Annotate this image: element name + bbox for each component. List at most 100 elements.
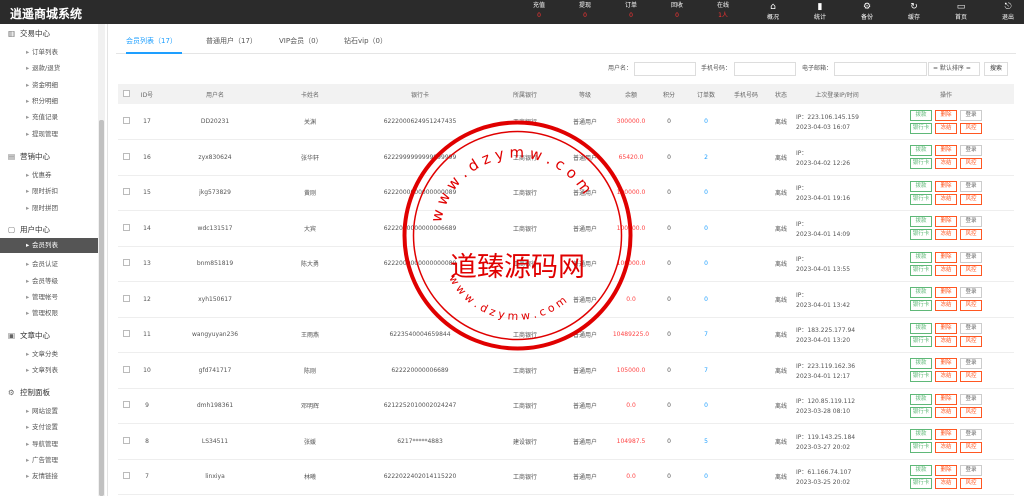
login-button[interactable]: 登录 (960, 322, 982, 334)
delete-button[interactable]: 删除 (935, 287, 957, 299)
risk-control-button[interactable]: 风控 (960, 158, 982, 170)
delete-button[interactable]: 删除 (935, 251, 957, 263)
sidebar-scroll-thumb[interactable] (99, 120, 104, 496)
top-nav-refresh[interactable]: ↻ 缓存 (896, 1, 932, 23)
top-stat-2[interactable]: 订单 0 (614, 1, 648, 21)
sidebar-item[interactable]: ▸ 会员列表 (0, 238, 98, 253)
sidebar-item[interactable]: ▸ 订单列表 (26, 46, 58, 56)
bank-card-button[interactable]: 银行卡 (910, 442, 932, 454)
top-stat-3[interactable]: 回收 0 (660, 1, 694, 21)
login-button[interactable]: 登录 (960, 251, 982, 263)
row-checkbox[interactable] (122, 436, 130, 444)
fund-button[interactable]: 拨款 (910, 358, 932, 370)
risk-control-button[interactable]: 风控 (960, 335, 982, 347)
row-checkbox[interactable] (122, 294, 130, 302)
sidebar-item[interactable]: ▸ 导航管理 (26, 438, 58, 448)
login-button[interactable]: 登录 (960, 216, 982, 228)
freeze-button[interactable]: 冻结 (935, 442, 957, 454)
delete-button[interactable]: 删除 (935, 429, 957, 441)
tab-diamond-vip[interactable]: 钻石vip（0） (344, 36, 387, 54)
tab-normal-users[interactable]: 普通用户（17） (206, 36, 257, 54)
delete-button[interactable]: 删除 (935, 322, 957, 334)
freeze-button[interactable]: 冻结 (935, 264, 957, 276)
fund-button[interactable]: 拨款 (910, 429, 932, 441)
row-checkbox[interactable] (122, 472, 130, 480)
freeze-button[interactable]: 冻结 (935, 122, 957, 134)
tab-vip-members[interactable]: VIP会员（0） (279, 36, 323, 54)
top-stat-1[interactable]: 提现 0 (568, 1, 602, 21)
login-button[interactable]: 登录 (960, 358, 982, 370)
delete-button[interactable]: 删除 (935, 180, 957, 192)
risk-control-button[interactable]: 风控 (960, 122, 982, 134)
delete-button[interactable]: 删除 (935, 216, 957, 228)
login-button[interactable]: 登录 (960, 109, 982, 121)
bank-card-button[interactable]: 银行卡 (910, 477, 932, 489)
row-checkbox[interactable] (122, 223, 130, 231)
risk-control-button[interactable]: 风控 (960, 371, 982, 383)
sort-select[interactable]: = 默认排序 = (928, 62, 980, 76)
fund-button[interactable]: 拨款 (910, 180, 932, 192)
bank-card-button[interactable]: 银行卡 (910, 371, 932, 383)
sidebar-item[interactable]: ▸ 限时折扣 (26, 185, 58, 195)
sidebar-item[interactable]: ▸ 文章分类 (26, 348, 58, 358)
sidebar-group-1[interactable]: ▤ 营销中心 (8, 151, 50, 162)
risk-control-button[interactable]: 风控 (960, 300, 982, 312)
sidebar-item[interactable]: ▸ 会员认证 (26, 258, 58, 268)
delete-button[interactable]: 删除 (935, 109, 957, 121)
username-input[interactable] (634, 62, 696, 76)
sidebar-item[interactable]: ▸ 提现管理 (26, 128, 58, 138)
sidebar-item[interactable]: ▸ 优惠券 (26, 169, 52, 179)
sidebar-item[interactable]: ▸ 网站设置 (26, 405, 58, 415)
delete-button[interactable]: 删除 (935, 145, 957, 157)
delete-button[interactable]: 删除 (935, 358, 957, 370)
sidebar-item[interactable]: ▸ 会员等级 (26, 275, 58, 285)
freeze-button[interactable]: 冻结 (935, 300, 957, 312)
sidebar-item[interactable]: ▸ 管理帐号 (26, 291, 58, 301)
bank-card-button[interactable]: 银行卡 (910, 229, 932, 241)
sidebar-group-4[interactable]: ⚙ 控制面板 (8, 387, 50, 398)
delete-button[interactable]: 删除 (935, 393, 957, 405)
top-stat-0[interactable]: 充值 0 (522, 1, 556, 21)
row-checkbox[interactable] (122, 365, 130, 373)
search-button[interactable]: 搜索 (984, 62, 1008, 76)
row-checkbox[interactable] (122, 188, 130, 196)
risk-control-button[interactable]: 风控 (960, 229, 982, 241)
top-nav-gear[interactable]: ⚙ 备份 (849, 1, 885, 23)
row-checkbox[interactable] (122, 117, 130, 124)
row-checkbox[interactable] (122, 259, 130, 267)
risk-control-button[interactable]: 风控 (960, 264, 982, 276)
sidebar-group-2[interactable]: ▢ 用户中心 (8, 224, 50, 235)
top-nav-bar-chart[interactable]: ▮ 统计 (802, 1, 838, 23)
sidebar-item[interactable]: ▸ 充值记录 (26, 111, 58, 121)
freeze-button[interactable]: 冻结 (935, 371, 957, 383)
sidebar-group-0[interactable]: ▥ 交易中心 (8, 28, 50, 39)
fund-button[interactable]: 拨款 (910, 145, 932, 157)
sidebar-group-3[interactable]: ▣ 文章中心 (8, 330, 50, 341)
email-input[interactable] (834, 62, 927, 76)
sidebar-item[interactable]: ▸ 广告管理 (26, 454, 58, 464)
fund-button[interactable]: 拨款 (910, 287, 932, 299)
bank-card-button[interactable]: 银行卡 (910, 300, 932, 312)
login-button[interactable]: 登录 (960, 145, 982, 157)
top-nav-home[interactable]: ⌂ 概况 (755, 1, 791, 23)
risk-control-button[interactable]: 风控 (960, 193, 982, 205)
risk-control-button[interactable]: 风控 (960, 442, 982, 454)
bank-card-button[interactable]: 银行卡 (910, 122, 932, 134)
fund-button[interactable]: 拨款 (910, 216, 932, 228)
login-button[interactable]: 登录 (960, 287, 982, 299)
sidebar-item[interactable]: ▸ 退款/退货 (26, 62, 60, 72)
login-button[interactable]: 登录 (960, 429, 982, 441)
freeze-button[interactable]: 冻结 (935, 158, 957, 170)
fund-button[interactable]: 拨款 (910, 109, 932, 121)
risk-control-button[interactable]: 风控 (960, 406, 982, 418)
top-nav-logout[interactable]: ⎋ 退出 (990, 1, 1024, 23)
bank-card-button[interactable]: 银行卡 (910, 406, 932, 418)
login-button[interactable]: 登录 (960, 393, 982, 405)
sidebar-item[interactable]: ▸ 支付设置 (26, 421, 58, 431)
fund-button[interactable]: 拨款 (910, 322, 932, 334)
sidebar-item[interactable]: ▸ 限时拼团 (26, 202, 58, 212)
sidebar-item[interactable]: ▸ 文章列表 (26, 364, 58, 374)
login-button[interactable]: 登录 (960, 464, 982, 476)
delete-button[interactable]: 删除 (935, 464, 957, 476)
sidebar-item[interactable]: ▸ 友情链接 (26, 470, 58, 480)
